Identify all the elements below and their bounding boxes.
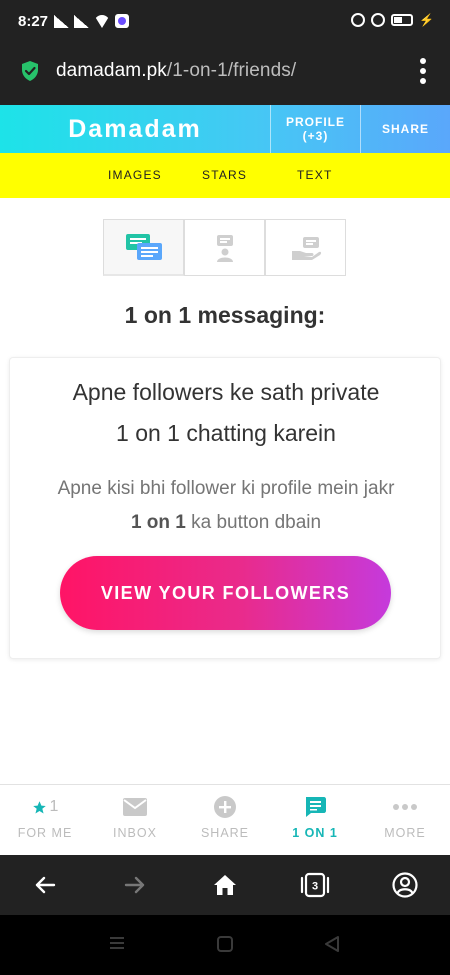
recent-apps-icon[interactable] bbox=[109, 936, 125, 950]
charging-icon: ⚡ bbox=[419, 13, 434, 27]
bottom-tab-more[interactable]: MORE bbox=[360, 785, 450, 856]
brand-logo[interactable]: Damadam bbox=[0, 105, 270, 153]
signal-icon-2 bbox=[74, 15, 89, 28]
view-followers-button[interactable]: VIEW YOUR FOLLOWERS bbox=[60, 556, 391, 630]
star-icon bbox=[32, 800, 46, 813]
upload-person-icon bbox=[216, 234, 233, 262]
back-arrow-icon bbox=[35, 876, 56, 894]
messaging-tabs bbox=[103, 219, 347, 276]
tab-chat[interactable] bbox=[103, 219, 184, 276]
card-desc-rest: ka button dbain bbox=[185, 512, 322, 533]
nav-text[interactable]: TEXT bbox=[297, 168, 332, 182]
bottom-tab-label: INBOX bbox=[113, 826, 157, 840]
wifi-icon bbox=[94, 15, 110, 28]
mute-icon bbox=[351, 13, 366, 27]
account-button[interactable] bbox=[390, 870, 420, 900]
system-nav-bar bbox=[0, 915, 450, 975]
card-desc-bold: 1 on 1 bbox=[130, 512, 186, 533]
bottom-tab-label: FOR ME bbox=[17, 826, 73, 840]
card-desc-line-2: 1 on 1 ka button dbain bbox=[10, 506, 442, 540]
card-desc-line-1: Apne kisi bhi follower ki profile mein j… bbox=[57, 478, 395, 499]
messenger-icon bbox=[115, 14, 129, 28]
plus-circle-icon bbox=[214, 796, 236, 818]
bottom-tab-label: MORE bbox=[384, 826, 426, 840]
browser-toolbar: 3 bbox=[0, 855, 450, 915]
url-path: /1-on-1/friends/ bbox=[166, 60, 297, 81]
card-title-line-2: 1 on 1 chatting karein bbox=[116, 420, 336, 446]
browser-menu-icon[interactable] bbox=[420, 58, 426, 84]
alarm-icon bbox=[371, 13, 386, 27]
site-header: Damadam PROFILE (+3) SHARE bbox=[0, 105, 450, 153]
bottom-tab-for-me[interactable]: 1 FOR ME bbox=[0, 785, 90, 856]
nav-images[interactable]: IMAGES bbox=[108, 168, 162, 182]
secure-shield-icon[interactable] bbox=[20, 60, 40, 82]
bottom-tab-label: SHARE bbox=[200, 826, 250, 840]
url-domain: damadam.pk bbox=[56, 60, 167, 81]
browser-url-bar[interactable]: damadam.pk/1-on-1/friends/ bbox=[0, 42, 450, 105]
back-button[interactable] bbox=[30, 870, 60, 900]
card-description: Apne kisi bhi follower ki profile mein j… bbox=[10, 472, 442, 540]
bottom-tab-share[interactable]: SHARE bbox=[180, 785, 270, 856]
status-bar: 8:27 ⚡ bbox=[0, 0, 450, 42]
profile-count: (+3) bbox=[302, 129, 329, 143]
forward-button[interactable] bbox=[120, 870, 150, 900]
sub-nav: IMAGES STARS TEXT bbox=[0, 153, 450, 198]
system-home-icon[interactable] bbox=[217, 936, 233, 952]
profile-button[interactable]: PROFILE (+3) bbox=[270, 105, 360, 153]
home-button[interactable] bbox=[210, 870, 240, 900]
account-icon bbox=[392, 872, 418, 898]
forward-arrow-icon bbox=[124, 876, 145, 894]
system-back-icon[interactable] bbox=[324, 936, 340, 952]
info-card: Apne followers ke sath private 1 on 1 ch… bbox=[9, 357, 441, 659]
tab-count: 3 bbox=[312, 881, 318, 893]
envelope-icon bbox=[123, 798, 147, 816]
page-title: 1 on 1 messaging: bbox=[124, 302, 326, 328]
profile-label: PROFILE bbox=[285, 115, 345, 129]
nav-stars[interactable]: STARS bbox=[202, 168, 247, 182]
card-title: Apne followers ke sath private 1 on 1 ch… bbox=[10, 372, 442, 454]
chat-bubble-icon bbox=[306, 797, 326, 817]
bottom-tab-inbox[interactable]: INBOX bbox=[90, 785, 180, 856]
tab-upload[interactable] bbox=[184, 219, 265, 276]
status-time: 8:27 bbox=[18, 13, 49, 30]
tabs-button[interactable]: 3 bbox=[300, 870, 330, 900]
card-title-line-1: Apne followers ke sath private bbox=[72, 379, 380, 405]
tab-hand[interactable] bbox=[265, 219, 346, 276]
share-label: SHARE bbox=[381, 122, 429, 136]
signal-icon bbox=[54, 15, 69, 28]
bottom-tab-bar: 1 FOR ME INBOX SHARE 1 ON 1 MORE bbox=[0, 784, 450, 855]
bottom-tab-label: 1 ON 1 bbox=[292, 826, 338, 840]
share-button[interactable]: SHARE bbox=[360, 105, 450, 153]
bottom-tab-1on1[interactable]: 1 ON 1 bbox=[270, 785, 360, 856]
chat-icon bbox=[125, 234, 162, 260]
more-dots-icon bbox=[393, 804, 417, 810]
battery-icon bbox=[391, 14, 414, 26]
url-text[interactable]: damadam.pk/1-on-1/friends/ bbox=[56, 60, 296, 82]
tab-switcher-icon: 3 bbox=[300, 872, 330, 898]
home-icon bbox=[214, 875, 236, 895]
for-me-count: 1 bbox=[49, 798, 59, 815]
hand-give-icon bbox=[291, 236, 321, 260]
